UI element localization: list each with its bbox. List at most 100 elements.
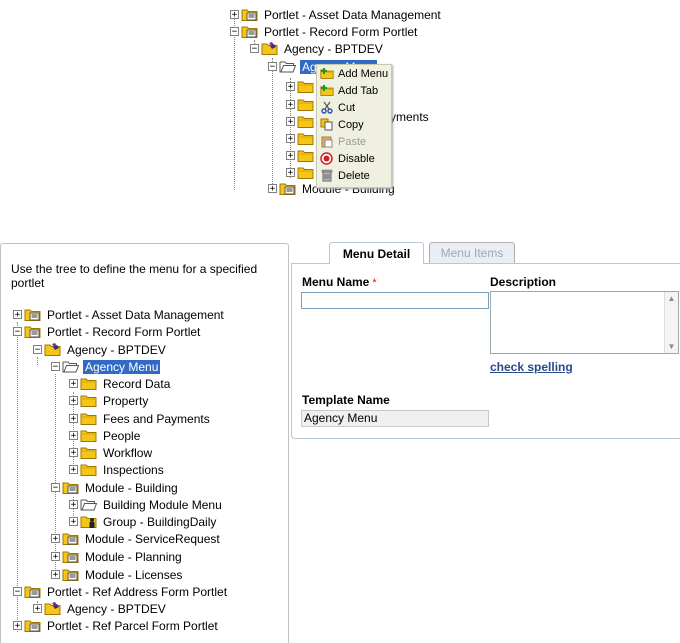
- collapse-icon[interactable]: −: [33, 345, 42, 355]
- collapse-icon[interactable]: −: [250, 44, 259, 54]
- expand-icon[interactable]: +: [69, 379, 78, 389]
- tree-node-label[interactable]: Module - Building: [83, 481, 180, 495]
- expand-icon[interactable]: +: [69, 396, 78, 406]
- tree-node[interactable]: + Workflow: [69, 444, 154, 461]
- tree-node-label[interactable]: Record Data: [101, 377, 172, 391]
- context-menu-add-menu[interactable]: Add Menu: [317, 65, 391, 82]
- tree-node-label[interactable]: Module - Licenses: [83, 568, 184, 582]
- tree-node-label[interactable]: Portlet - Ref Address Form Portlet: [45, 585, 229, 599]
- expand-icon[interactable]: +: [69, 414, 78, 424]
- collapse-icon[interactable]: −: [13, 327, 22, 337]
- tree-node-label[interactable]: Portlet - Record Form Portlet: [262, 25, 419, 39]
- scroll-up-icon[interactable]: ▲: [666, 293, 677, 304]
- tree-node[interactable]: + Portlet - Asset Data Management: [230, 6, 443, 23]
- textarea-scrollbar[interactable]: ▲ ▼: [664, 292, 678, 353]
- tree-node[interactable]: + Record Data: [69, 375, 172, 392]
- tree-node-label[interactable]: Portlet - Asset Data Management: [262, 8, 443, 22]
- expand-icon[interactable]: +: [51, 570, 60, 580]
- context-menu-cut[interactable]: Cut: [317, 99, 391, 116]
- tree-node[interactable]: − Portlet - Ref Address Form Portlet: [13, 583, 229, 600]
- folder-icon: [80, 446, 97, 459]
- expand-icon[interactable]: +: [69, 431, 78, 441]
- tree-node[interactable]: + Fees and Payments: [69, 410, 212, 427]
- context-menu-copy[interactable]: Copy: [317, 116, 391, 133]
- expand-icon[interactable]: +: [286, 168, 295, 178]
- tree-node[interactable]: + Building Module Menu: [69, 496, 224, 513]
- tree-node[interactable]: +: [286, 78, 318, 95]
- expand-icon[interactable]: +: [51, 552, 60, 562]
- template-name-label: Template Name: [302, 393, 390, 407]
- expand-icon[interactable]: +: [286, 100, 295, 110]
- portlet-icon: [24, 325, 41, 338]
- tree-node-label-selected[interactable]: Agency Menu: [83, 359, 161, 374]
- tree-node-label[interactable]: Agency - BPTDEV: [65, 602, 168, 616]
- tree-node-label[interactable]: People: [101, 429, 142, 443]
- tree-node-label[interactable]: Property: [101, 394, 150, 408]
- tree-node-label[interactable]: Agency - BPTDEV: [65, 343, 168, 357]
- context-menu-delete[interactable]: Delete: [317, 167, 391, 184]
- expand-icon[interactable]: +: [286, 151, 295, 161]
- expand-icon[interactable]: +: [13, 621, 22, 631]
- collapse-icon[interactable]: −: [13, 587, 22, 597]
- expand-icon[interactable]: +: [51, 534, 60, 544]
- context-menu-disable[interactable]: Disable: [317, 150, 391, 167]
- tree-node-label[interactable]: Portlet - Record Form Portlet: [45, 325, 202, 339]
- disable-icon: [320, 152, 334, 165]
- tree-node-label[interactable]: Portlet - Ref Parcel Form Portlet: [45, 619, 220, 633]
- tree-node-label[interactable]: Fees and Payments: [101, 412, 212, 426]
- expand-icon[interactable]: +: [286, 117, 295, 127]
- tree-node-label[interactable]: Building Module Menu: [101, 498, 224, 512]
- tree-node[interactable]: +: [286, 147, 318, 164]
- tree-node-label[interactable]: Group - BuildingDaily: [101, 515, 218, 529]
- tree-node-selected[interactable]: − Agency Menu: [51, 358, 161, 375]
- expand-icon[interactable]: +: [69, 448, 78, 458]
- expand-icon[interactable]: +: [13, 310, 22, 320]
- tree-node[interactable]: + Module - Planning: [51, 548, 184, 565]
- tree-node[interactable]: − Agency - BPTDEV: [33, 341, 168, 358]
- check-spelling-link[interactable]: check spelling: [490, 360, 573, 374]
- tree-node-label[interactable]: Workflow: [101, 446, 154, 460]
- expand-icon[interactable]: +: [33, 604, 42, 614]
- tree-node[interactable]: + Property: [69, 392, 150, 409]
- tree-node[interactable]: + Inspections: [69, 461, 166, 478]
- tree-node[interactable]: +: [286, 164, 318, 181]
- tree-node[interactable]: + Agency - BPTDEV: [33, 600, 168, 617]
- tree-node-label[interactable]: Portlet - Asset Data Management: [45, 308, 226, 322]
- tree-node[interactable]: + Group - BuildingDaily: [69, 513, 218, 530]
- tree-node-label[interactable]: Inspections: [101, 463, 166, 477]
- tree-node[interactable]: + People: [69, 427, 142, 444]
- expand-icon[interactable]: +: [230, 10, 239, 20]
- collapse-icon[interactable]: −: [268, 62, 277, 72]
- context-menu-label: Add Tab: [338, 84, 379, 97]
- tree-node[interactable]: +: [286, 113, 318, 130]
- expand-icon[interactable]: +: [286, 134, 295, 144]
- tree-node[interactable]: − Portlet - Record Form Portlet: [230, 23, 419, 40]
- tree-node-label[interactable]: Module - Planning: [83, 550, 184, 564]
- collapse-icon[interactable]: −: [51, 483, 60, 493]
- scroll-down-icon[interactable]: ▼: [666, 341, 677, 352]
- collapse-icon[interactable]: −: [51, 362, 60, 372]
- tree-node[interactable]: − Agency - BPTDEV: [250, 40, 385, 57]
- description-textarea[interactable]: ▲ ▼: [490, 291, 679, 354]
- expand-icon[interactable]: +: [286, 82, 295, 92]
- tree-node-label[interactable]: Agency - BPTDEV: [282, 42, 385, 56]
- tree-node[interactable]: − Module - Building: [51, 479, 180, 496]
- tree-node[interactable]: + Portlet - Asset Data Management: [13, 306, 226, 323]
- menu-name-input[interactable]: [301, 292, 489, 309]
- context-menu-add-tab[interactable]: Add Tab: [317, 82, 391, 99]
- expand-icon[interactable]: +: [268, 184, 277, 194]
- tree-node[interactable]: +: [286, 130, 318, 147]
- tree-node[interactable]: + Module - Licenses: [51, 566, 184, 583]
- tree-node[interactable]: + Module - ServiceRequest: [51, 530, 222, 547]
- tree-node-label[interactable]: Module - ServiceRequest: [83, 532, 222, 546]
- tree-node[interactable]: +: [286, 96, 318, 113]
- expand-icon[interactable]: +: [69, 517, 78, 527]
- context-menu-paste[interactable]: Paste: [317, 133, 391, 150]
- tab-menu-items[interactable]: Menu Items: [429, 242, 515, 263]
- tab-menu-detail[interactable]: Menu Detail: [329, 242, 424, 264]
- tree-node[interactable]: + Portlet - Ref Parcel Form Portlet: [13, 617, 220, 634]
- expand-icon[interactable]: +: [69, 465, 78, 475]
- expand-icon[interactable]: +: [69, 500, 78, 510]
- collapse-icon[interactable]: −: [230, 27, 239, 37]
- tree-node[interactable]: − Portlet - Record Form Portlet: [13, 323, 202, 340]
